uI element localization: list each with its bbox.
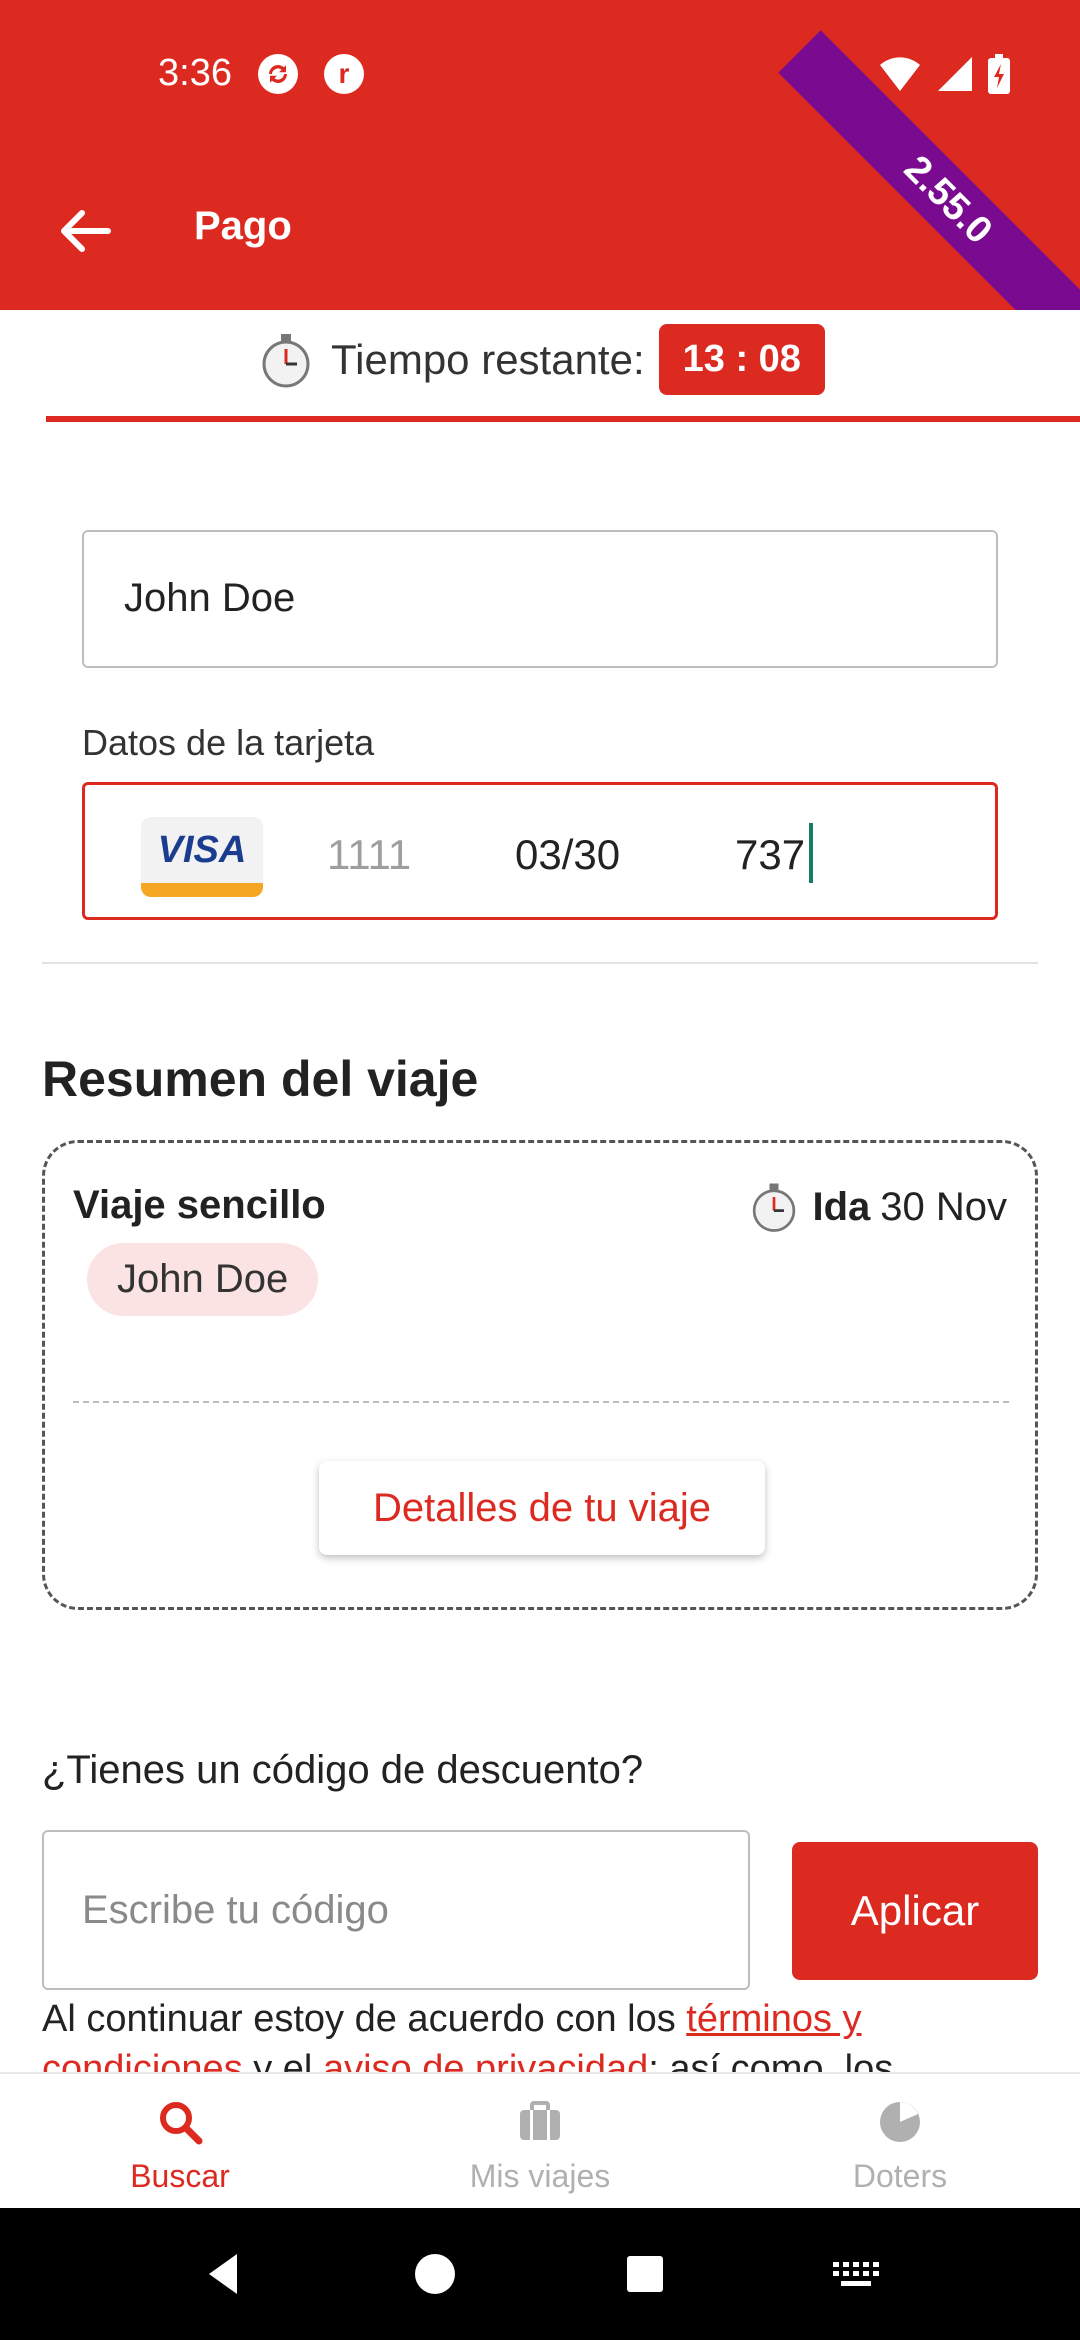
card-number-input[interactable]: 1111 xyxy=(327,831,411,879)
nav-label: Buscar xyxy=(130,2158,230,2194)
passenger-chip: John Doe xyxy=(87,1243,319,1316)
system-status-icons xyxy=(878,54,1010,94)
dashed-divider xyxy=(73,1401,1009,1403)
arrow-left-icon[interactable] xyxy=(50,196,120,266)
card-brand: VISA xyxy=(157,828,247,871)
cardholder-name-value: John Doe xyxy=(124,576,296,620)
legal-text-middle: y el xyxy=(242,2048,323,2072)
nav-item-doters[interactable]: Doters xyxy=(720,2074,1080,2208)
discount-question: ¿Tienes un código de descuento? xyxy=(42,1748,644,1792)
r-app-icon: r xyxy=(324,54,364,94)
wifi-icon xyxy=(880,57,920,91)
sync-icon xyxy=(258,54,298,94)
apply-button[interactable]: Aplicar xyxy=(792,1842,1038,1980)
stopwatch-icon xyxy=(262,333,310,387)
discount-code-placeholder: Escribe tu código xyxy=(82,1888,389,1932)
stopwatch-icon xyxy=(753,1183,796,1232)
bottom-navigation: Buscar Mis viajes Doters xyxy=(0,2072,1080,2208)
legal-text-after: ; así como, los xyxy=(648,2048,894,2072)
card-data-field[interactable]: VISA 1111 03/30 737 xyxy=(82,782,998,920)
back-triangle-icon[interactable] xyxy=(197,2246,253,2302)
nav-label: Doters xyxy=(852,2158,948,2194)
legal-text: Al continuar estoy de acuerdo con los té… xyxy=(42,1994,1042,2072)
doters-icon xyxy=(880,2102,920,2142)
discount-code-input[interactable]: Escribe tu código xyxy=(42,1830,750,1990)
timer-bar: Tiempo restante: 13 : 08 xyxy=(0,310,1080,424)
nav-label: Mis viajes xyxy=(469,2158,611,2194)
legal-text-before: Al continuar estoy de acuerdo con los xyxy=(42,1998,687,2040)
status-time: 3:36 xyxy=(158,52,232,94)
card-cvv-input[interactable]: 737 xyxy=(735,831,805,879)
trip-details-button[interactable]: Detalles de tu viaje xyxy=(319,1461,765,1555)
nav-item-buscar[interactable]: Buscar xyxy=(0,2074,360,2208)
visa-icon: VISA xyxy=(141,817,263,897)
trip-direction: Ida xyxy=(812,1184,871,1229)
battery-charging-icon xyxy=(988,54,1010,94)
timer-label: Tiempo restante: xyxy=(331,335,645,383)
system-navigation-bar xyxy=(0,2208,1080,2340)
home-circle-icon[interactable] xyxy=(407,2246,463,2302)
text-caret xyxy=(809,823,813,883)
page-title: Pago xyxy=(194,204,292,248)
card-data-label: Datos de la tarjeta xyxy=(82,722,375,763)
nav-item-mis-viajes[interactable]: Mis viajes xyxy=(360,2074,720,2208)
timer-progress-line xyxy=(46,416,1080,422)
divider xyxy=(42,962,1038,964)
trip-date: Ida 30 Nov xyxy=(746,1179,1007,1235)
trip-date-value: 30 Nov xyxy=(880,1184,1007,1229)
briefcase-icon xyxy=(520,2101,560,2140)
app-bar: 3:36 r Pago 2.55.0 xyxy=(0,0,1080,310)
trip-summary-title: Resumen del viaje xyxy=(42,1051,479,1107)
card-expiry-input[interactable]: 03/30 xyxy=(515,831,620,879)
privacy-link[interactable]: aviso de privacidad xyxy=(323,2048,648,2072)
trip-summary-card: Viaje sencillo Ida 30 Nov John Doe Detal… xyxy=(42,1140,1038,1610)
signal-icon xyxy=(938,57,972,91)
keyboard-icon[interactable] xyxy=(827,2246,883,2302)
timer-value: 13 : 08 xyxy=(658,324,825,395)
search-icon xyxy=(160,2102,203,2145)
recents-square-icon[interactable] xyxy=(617,2246,673,2302)
trip-type: Viaje sencillo xyxy=(73,1183,326,1227)
cardholder-name-field[interactable]: John Doe xyxy=(82,530,998,668)
